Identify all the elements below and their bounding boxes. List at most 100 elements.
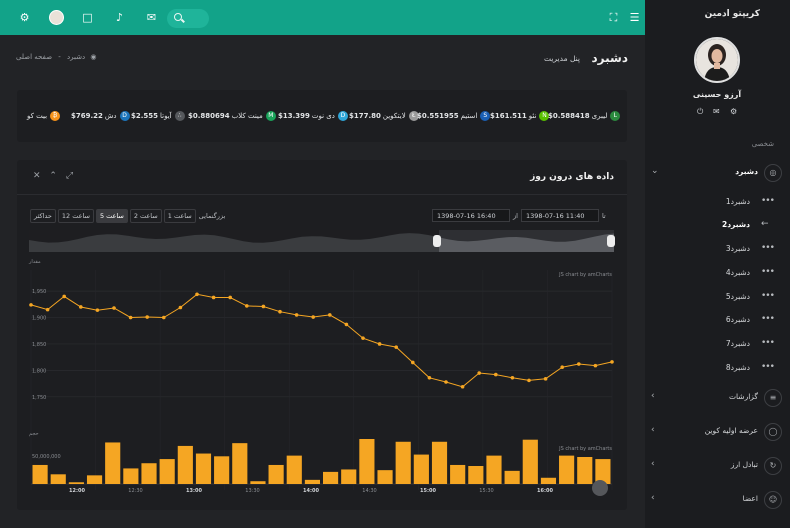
ticker-item[interactable]: $13.399 دی نوت D [278, 111, 348, 121]
price-point [510, 375, 515, 380]
sidebar-subitem[interactable]: ••• دشبرد3 [645, 241, 790, 259]
expand-icon[interactable]: ⤢ [66, 171, 73, 181]
liberty-icon: L [610, 111, 621, 121]
price-point [45, 307, 50, 312]
settings-icon[interactable]: ⚙ [730, 107, 737, 116]
iota-icon: ∴ [174, 111, 185, 121]
x-tick-label: 12:30 [128, 488, 142, 494]
ticker-item[interactable]: $769.22 دش D [71, 111, 130, 121]
ticker-item[interactable]: بیت کو ₿ [27, 111, 61, 121]
ticker-name: مینت کلاب [231, 112, 263, 120]
y-tick-label: 1,750 [32, 395, 46, 401]
volume-bar [141, 463, 157, 484]
volume-bar [123, 468, 139, 484]
sidebar-item-reports[interactable]: ‹ گزارشات ≡ [645, 389, 790, 407]
price-point [278, 309, 282, 314]
x-tick-label: 14:00 [303, 488, 319, 494]
sidebar-item-label: دشبرد7 [725, 339, 750, 348]
ticker-item[interactable]: $2.555 آیوتا ∴ [131, 111, 185, 121]
price-point [577, 362, 581, 366]
card-tools: ✕ ⌃ ⤢ [33, 171, 73, 181]
chart-svg[interactable]: مقدار 1,750 1,800 1,850 1,900 1,950 JS chart b… [17, 210, 627, 510]
power-icon[interactable]: ⏻ [697, 107, 703, 117]
price-point [527, 378, 531, 383]
ticker-name: دی نوت [311, 112, 335, 120]
chevron-left-icon: ‹ [651, 493, 655, 503]
volume-bar [341, 469, 357, 484]
ticker-item[interactable]: $0.880694 مینت کلاب M [188, 111, 276, 121]
sidebar-item-ico[interactable]: ‹ عرضه اولیه کوین ◯ [645, 423, 790, 441]
x-tick-label: 12:00 [69, 488, 85, 494]
chat-icon[interactable]: □ [81, 11, 94, 24]
ticker-value: $0.588418 [548, 112, 590, 120]
mail-icon[interactable]: ✉ [713, 107, 720, 116]
breadcrumb-current: دشبرد [67, 53, 86, 61]
sidebar-item-members[interactable]: ‹ اعضا ☺ [645, 491, 790, 509]
sidebar-item-label: دشبرد8 [725, 363, 750, 372]
close-icon[interactable]: ✕ [33, 171, 41, 181]
sidebar-item-dashboard[interactable]: ⌄ دشبرد ◎ [645, 164, 790, 182]
ticker-item[interactable]: $161.511 نئو N [490, 111, 550, 121]
ticker-value: $161.511 [490, 112, 527, 120]
bitcoin-icon: ₿ [50, 111, 61, 121]
x-tick-label: 13:30 [245, 488, 259, 494]
x-tick-label: 15:30 [479, 488, 493, 494]
volume-bar [214, 456, 230, 484]
price-point [494, 372, 498, 377]
breadcrumb-home[interactable]: صفحه اصلی [16, 53, 52, 61]
y-tick-label: 1,800 [32, 368, 46, 374]
page-title: دشبرد [591, 51, 628, 65]
sidebar-subitem-active[interactable]: ← دشبرد2 [645, 217, 790, 235]
volume-bar [468, 466, 484, 484]
ticker-value: $13.399 [278, 112, 310, 120]
sidebar-item-label: دشبرد1 [725, 197, 750, 206]
collapse-icon[interactable]: ⌃ [49, 171, 57, 181]
volume-bar [540, 477, 557, 484]
price-point [228, 295, 232, 300]
volume-bar [50, 474, 66, 484]
price-point [29, 303, 33, 307]
ticker-name: نئو [528, 112, 537, 120]
price-point [394, 345, 399, 349]
price-point [427, 375, 432, 380]
sidebar-subitem[interactable]: ••• دشبرد5 [645, 289, 790, 307]
sidebar-subitem[interactable]: ••• دشبرد7 [645, 336, 790, 354]
price-point [411, 360, 415, 365]
price-point [311, 315, 316, 319]
gear-icon[interactable]: ⚙ [18, 11, 31, 24]
steem-icon: S [480, 111, 491, 121]
price-point [62, 294, 66, 299]
breadcrumb: دشبرد - صفحه اصلی ◉ [16, 53, 96, 61]
ticker-name: آیوتا [160, 112, 172, 120]
price-point [294, 313, 299, 317]
volume-bar [195, 453, 212, 484]
user-avatar[interactable] [49, 10, 64, 25]
sidebar-subitem[interactable]: ••• دشبرد8 [645, 360, 790, 378]
volume-bar [159, 459, 175, 484]
ticker-value: $177.80 [349, 112, 381, 120]
sidebar-subitem[interactable]: ••• دشبرد1 [645, 194, 790, 212]
ticker-item[interactable]: $0.551955 استیم S [417, 111, 491, 121]
profile-avatar[interactable] [694, 37, 740, 83]
price-point [593, 363, 598, 368]
chart-icon: ≡ [764, 389, 782, 407]
price-point [560, 365, 564, 370]
price-point [610, 360, 614, 364]
price-point [344, 322, 349, 327]
sidebar-subitem[interactable]: ••• دشبرد6 [645, 312, 790, 330]
mail-icon[interactable]: ✉ [145, 11, 158, 24]
search-input[interactable] [167, 9, 209, 28]
menu-toggle-icon[interactable]: ☰ [628, 11, 641, 24]
card-title: داده های درون روز [530, 172, 614, 182]
fullscreen-icon[interactable]: ⛶ [607, 11, 620, 24]
volume-bar [105, 442, 121, 484]
sidebar-subitem[interactable]: ••• دشبرد4 [645, 265, 790, 283]
ticker-item[interactable]: $0.588418 لیبری L [548, 111, 621, 121]
ticker-value: $769.22 [71, 112, 103, 120]
volume-bar [86, 475, 103, 484]
chevron-left-icon: ‹ [651, 459, 655, 469]
sidebar-item-exchange[interactable]: ‹ تبادل ارز ↻ [645, 457, 790, 475]
x-tick-label: 13:00 [186, 488, 202, 494]
ticker-item[interactable]: $177.80 لایتکوین Ł [349, 111, 419, 121]
bell-icon[interactable]: ♪ [113, 11, 126, 24]
